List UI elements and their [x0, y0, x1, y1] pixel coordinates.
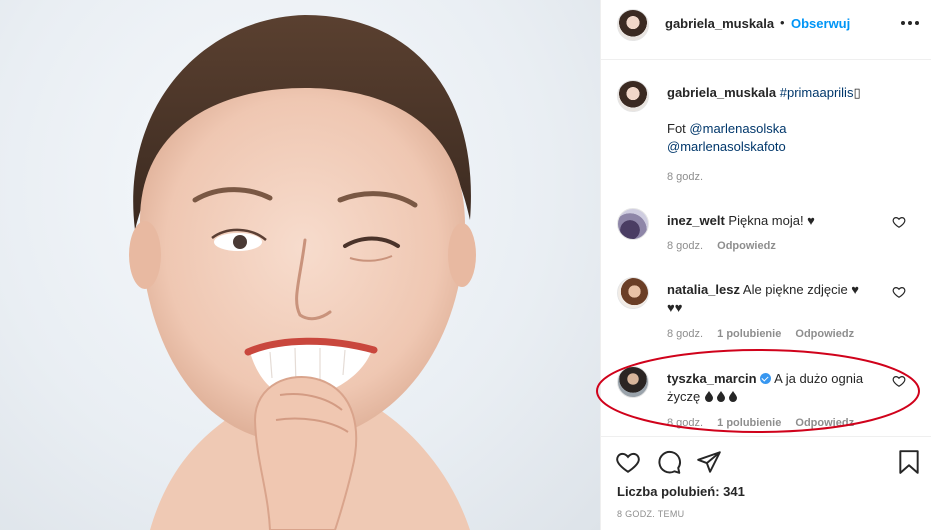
- mention-marlenasolska[interactable]: @marlenasolska: [689, 121, 786, 136]
- more-options-icon[interactable]: [901, 15, 921, 31]
- caption-text: gabriela_muskala #primaaprilis▯: [667, 84, 885, 102]
- actions-bar: Liczba polubień: 341 8 GODZ. TEMU: [601, 436, 931, 530]
- comment-body-line2: ♥♥: [667, 300, 683, 315]
- mention-marlenasolskafoto[interactable]: @marlenasolskafoto: [667, 139, 786, 154]
- author-avatar[interactable]: [617, 9, 649, 41]
- comment-time[interactable]: 8 godz.: [667, 240, 703, 252]
- comment-username[interactable]: natalia_lesz: [667, 282, 740, 297]
- comment-item: inez_welt Piękna moja! ♥ 8 godz. Odpowie…: [601, 208, 931, 268]
- comment-text: natalia_lesz Ale piękne zdjęcie ♥ ♥♥: [667, 281, 885, 317]
- comment-body: Piękna moja! ♥: [728, 213, 815, 228]
- caption-hashtag[interactable]: #primaaprilis: [780, 85, 854, 100]
- highlight-oval: [596, 349, 920, 433]
- comment-icon[interactable]: [656, 449, 682, 475]
- caption-username[interactable]: gabriela_muskala: [667, 85, 776, 100]
- share-icon[interactable]: [696, 449, 722, 475]
- comment-username[interactable]: inez_welt: [667, 213, 725, 228]
- portrait-illustration: [129, 15, 476, 530]
- caption: gabriela_muskala #primaaprilis▯ Fot @mar…: [601, 80, 931, 190]
- comment-likes[interactable]: 1 polubienie: [717, 328, 781, 340]
- caption-avatar[interactable]: [617, 80, 649, 112]
- heart-icon[interactable]: [615, 449, 641, 475]
- heart-icon[interactable]: [892, 285, 906, 299]
- comment-meta: 8 godz. Odpowiedz: [667, 240, 787, 252]
- bookmark-icon[interactable]: [896, 449, 922, 475]
- likes-count[interactable]: Liczba polubień: 341: [617, 484, 745, 499]
- author-username[interactable]: gabriela_muskala: [665, 16, 774, 31]
- comment-body: Ale piękne zdjęcie ♥: [742, 282, 860, 297]
- post-timestamp: 8 GODZ. TEMU: [617, 509, 685, 519]
- emoji-box: ▯: [853, 85, 861, 100]
- commenter-avatar[interactable]: [617, 277, 649, 309]
- reply-button[interactable]: Odpowiedz: [717, 240, 776, 252]
- post-sidebar: gabriela_muskala • Obserwuj gabriela_mus…: [600, 0, 931, 530]
- comment-meta: 8 godz. 1 polubienie Odpowiedz: [667, 328, 865, 340]
- post-header: gabriela_muskala • Obserwuj: [601, 0, 931, 60]
- caption-credits: Fot @marlenasolska @marlenasolskafoto: [667, 120, 885, 156]
- commenter-avatar[interactable]: [617, 208, 649, 240]
- separator-dot: •: [780, 15, 785, 30]
- post-photo[interactable]: [0, 0, 600, 530]
- comment-time[interactable]: 8 godz.: [667, 328, 703, 340]
- follow-button[interactable]: Obserwuj: [791, 16, 850, 31]
- instagram-post: gabriela_muskala • Obserwuj gabriela_mus…: [0, 0, 931, 530]
- fot-label: Fot: [667, 121, 686, 136]
- heart-icon[interactable]: [892, 215, 906, 229]
- caption-time[interactable]: 8 godz.: [667, 171, 703, 183]
- comment-item: natalia_lesz Ale piękne zdjęcie ♥ ♥♥ 8 g…: [601, 277, 931, 347]
- caption-meta: 8 godz.: [667, 171, 714, 183]
- comment-text: inez_welt Piękna moja! ♥: [667, 212, 885, 230]
- reply-button[interactable]: Odpowiedz: [795, 328, 854, 340]
